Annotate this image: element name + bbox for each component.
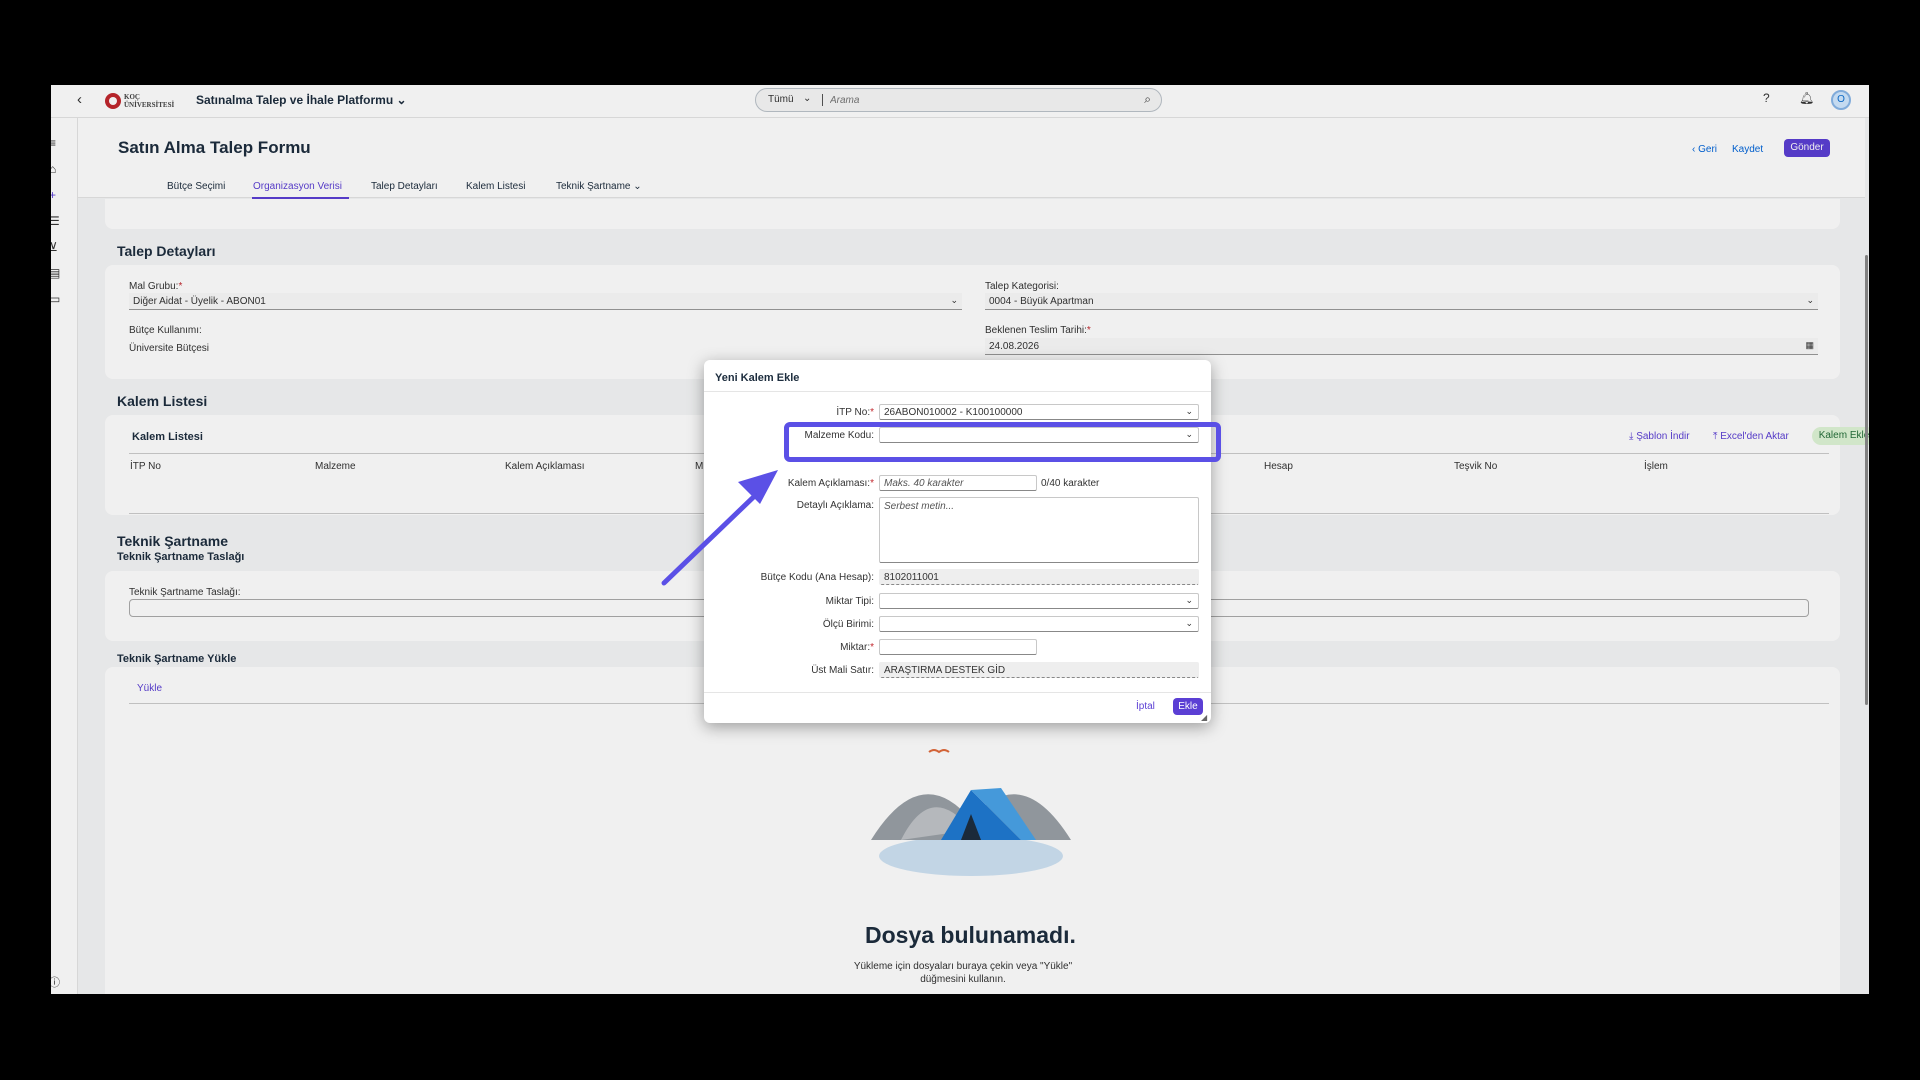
annotation-arrow (661, 470, 778, 586)
